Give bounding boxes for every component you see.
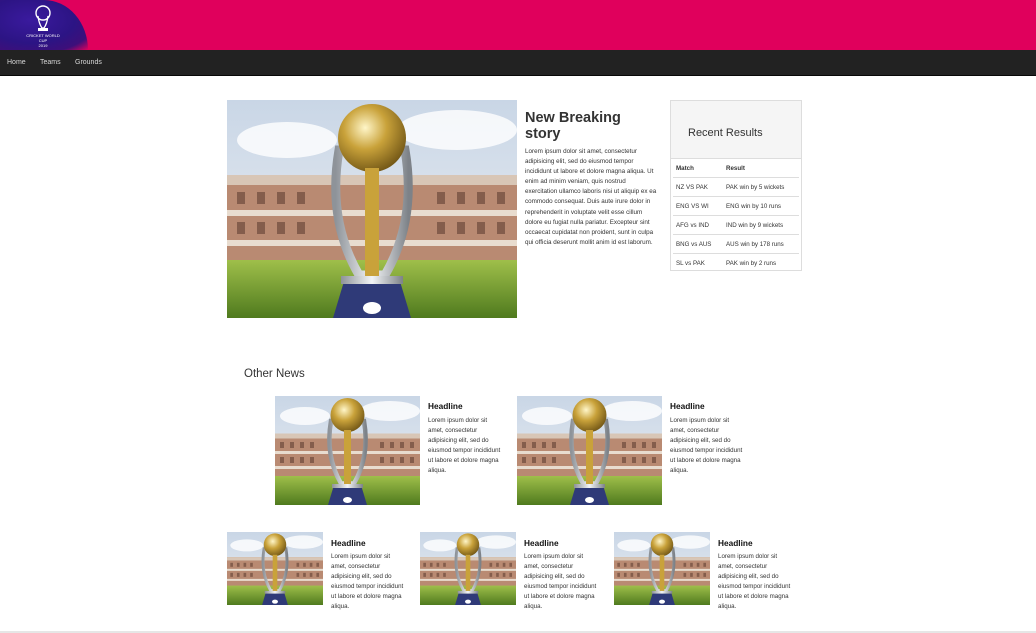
column-header-match: Match (673, 159, 723, 178)
trophy-logo-icon (35, 5, 51, 31)
nav-grounds[interactable]: Grounds (75, 50, 102, 75)
header-banner: CRICKET WORLD CUP 2019 (0, 0, 1036, 50)
featured-body: Lorem ipsum dolor sit amet, consectetur … (525, 148, 657, 246)
news-image[interactable] (614, 532, 710, 605)
result-cell: PAK win by 2 runs (723, 253, 799, 272)
news-image[interactable] (517, 396, 662, 505)
trophy-photo-icon (227, 100, 517, 318)
trophy-photo-icon (614, 532, 710, 605)
news-image[interactable] (420, 532, 516, 605)
featured-title[interactable]: New Breaking story (525, 110, 660, 142)
trophy-photo-icon (275, 396, 420, 505)
column-header-result: Result (723, 159, 799, 178)
other-news-title: Other News (244, 368, 305, 380)
panel-header: Recent Results (671, 101, 801, 159)
logo-text: CRICKET WORLD CUP 2019 (26, 33, 60, 48)
news-body: Lorem ipsum dolor sit amet, consectetur … (331, 553, 404, 610)
table-row: BNG vs AUS AUS win by 178 runs (673, 234, 799, 254)
world-cup-logo[interactable]: CRICKET WORLD CUP 2019 (0, 0, 88, 50)
match-cell: BNG vs AUS (673, 234, 723, 254)
news-image[interactable] (275, 396, 420, 505)
result-cell: IND win by 9 wickets (723, 215, 799, 235)
news-body: Lorem ipsum dolor sit amet, consectetur … (718, 553, 791, 610)
nav-teams[interactable]: Teams (40, 50, 61, 75)
panel-title: Recent Results (688, 127, 763, 139)
trophy-photo-icon (420, 532, 516, 605)
news-body: Lorem ipsum dolor sit amet, consectetur … (428, 417, 501, 474)
navbar: Home Teams Grounds (0, 50, 1036, 76)
news-body: Lorem ipsum dolor sit amet, consectetur … (524, 553, 597, 610)
news-headline[interactable]: Headline (524, 538, 559, 548)
table-row: AFG vs IND IND win by 9 wickets (673, 215, 799, 235)
result-cell: AUS win by 178 runs (723, 234, 799, 254)
match-cell: ENG VS WI (673, 196, 723, 216)
table-row: SL vs PAK PAK win by 2 runs (673, 253, 799, 272)
news-headline[interactable]: Headline (718, 538, 753, 548)
news-headline[interactable]: Headline (428, 401, 463, 411)
match-cell: SL vs PAK (673, 253, 723, 272)
news-headline[interactable]: Headline (670, 401, 705, 411)
match-cell: AFG vs IND (673, 215, 723, 235)
table-row: NZ VS PAK PAK win by 5 wickets (673, 177, 799, 197)
match-cell: NZ VS PAK (673, 177, 723, 197)
recent-results-panel: Recent Results Match Result NZ VS PAK PAK… (670, 100, 802, 272)
trophy-photo-icon (227, 532, 323, 605)
featured-image[interactable] (227, 100, 517, 318)
table-header-row: Match Result (673, 159, 799, 178)
news-image[interactable] (227, 532, 323, 605)
results-table: Match Result NZ VS PAK PAK win by 5 wicke… (673, 159, 799, 272)
result-cell: PAK win by 5 wickets (723, 177, 799, 197)
logo-text-line2: 2019 (38, 43, 48, 48)
result-cell: ENG win by 10 runs (723, 196, 799, 216)
table-row: ENG VS WI ENG win by 10 runs (673, 196, 799, 216)
logo-text-line1: CRICKET WORLD CUP (26, 33, 60, 43)
news-body: Lorem ipsum dolor sit amet, consectetur … (670, 417, 743, 474)
news-headline[interactable]: Headline (331, 538, 366, 548)
nav-home[interactable]: Home (7, 50, 26, 75)
trophy-photo-icon (517, 396, 662, 505)
